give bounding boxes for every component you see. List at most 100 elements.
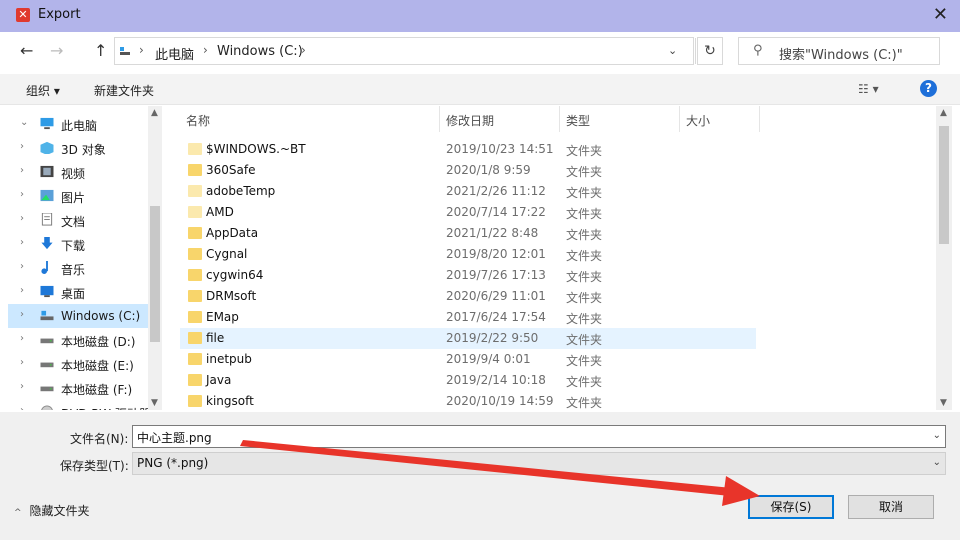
file-list: ^ 名称 修改日期 类型 大小 $WINDOWS.~BT 2019/10/23 1… bbox=[164, 106, 936, 410]
filename-field[interactable]: 中心主题.png ⌄ bbox=[132, 425, 946, 448]
column-header-date[interactable]: 修改日期 bbox=[440, 106, 560, 132]
save-button[interactable]: 保存(S) bbox=[748, 495, 834, 519]
expand-chevron-icon[interactable]: › bbox=[20, 357, 24, 368]
sidebar-item-label: 桌面 bbox=[61, 287, 86, 301]
sidebar-item[interactable]: › 音乐 bbox=[8, 256, 148, 280]
expand-chevron-icon[interactable]: › bbox=[20, 309, 24, 320]
column-type-label: 类型 bbox=[566, 114, 591, 128]
file-name: AMD bbox=[206, 205, 234, 219]
file-date: 2019/10/23 14:51 bbox=[446, 142, 554, 156]
table-row[interactable]: DRMsoft 2020/6/29 11:01 文件夹 bbox=[180, 286, 756, 307]
file-name: cygwin64 bbox=[206, 268, 264, 282]
expand-chevron-icon[interactable]: › bbox=[20, 261, 24, 272]
table-row[interactable]: cygwin64 2019/7/26 17:13 文件夹 bbox=[180, 265, 756, 286]
sidebar-item[interactable]: ⌄ 此电脑 bbox=[8, 112, 148, 136]
sidebar-item[interactable]: › 图片 bbox=[8, 184, 148, 208]
sidebar-item[interactable]: › 桌面 bbox=[8, 280, 148, 304]
file-type: 文件夹 bbox=[566, 165, 603, 179]
filetype-select[interactable]: PNG (*.png) ⌄ bbox=[132, 452, 946, 475]
column-header-type[interactable]: 类型 bbox=[560, 106, 680, 132]
scrollbar-thumb[interactable] bbox=[939, 126, 949, 244]
sidebar-item[interactable]: › 下载 bbox=[8, 232, 148, 256]
cancel-button[interactable]: 取消 bbox=[848, 495, 934, 519]
up-button[interactable]: ↑ bbox=[94, 41, 107, 60]
new-folder-button[interactable]: 新建文件夹 bbox=[94, 82, 154, 99]
sidebar-item[interactable]: › 文档 bbox=[8, 208, 148, 232]
expand-chevron-icon[interactable]: › bbox=[20, 165, 24, 176]
sidebar-item[interactable]: › 本地磁盘 (D:) bbox=[8, 328, 148, 352]
help-icon[interactable]: ? bbox=[920, 80, 937, 97]
file-date: 2017/6/24 17:54 bbox=[446, 310, 546, 324]
chevron-down-icon[interactable]: ⌄ bbox=[668, 44, 677, 57]
file-list-scrollbar[interactable]: ▲ ▼ bbox=[936, 106, 952, 410]
sidebar-item-label: 本地磁盘 (F:) bbox=[61, 383, 133, 397]
sidebar-item[interactable]: › 视频 bbox=[8, 160, 148, 184]
file-type: 文件夹 bbox=[566, 228, 603, 242]
filename-input[interactable]: 中心主题.png bbox=[137, 429, 212, 446]
file-type: 文件夹 bbox=[566, 207, 603, 221]
scroll-down-icon[interactable]: ▼ bbox=[151, 398, 158, 408]
table-row[interactable]: file 2019/2/22 9:50 文件夹 bbox=[180, 328, 756, 349]
search-box[interactable]: ⚲ 搜索"Windows (C:)" bbox=[738, 37, 940, 65]
column-header-size[interactable]: 大小 bbox=[680, 106, 760, 132]
column-header-name[interactable]: 名称 bbox=[180, 106, 440, 132]
search-input[interactable]: 搜索"Windows (C:)" bbox=[779, 44, 903, 63]
breadcrumb-this-pc[interactable]: 此电脑 bbox=[155, 44, 194, 63]
drive-icon bbox=[40, 362, 54, 368]
scrollbar-thumb[interactable] bbox=[150, 206, 160, 342]
file-date: 2019/9/4 0:01 bbox=[446, 352, 531, 366]
file-date: 2021/2/26 11:12 bbox=[446, 184, 546, 198]
music-icon bbox=[41, 261, 48, 274]
address-bar[interactable]: › 此电脑 › Windows (C:) › ⌄ bbox=[114, 37, 696, 65]
scroll-up-icon[interactable]: ▲ bbox=[940, 108, 947, 118]
table-row[interactable]: adobeTemp 2021/2/26 11:12 文件夹 bbox=[180, 181, 756, 202]
file-type: 文件夹 bbox=[566, 186, 603, 200]
table-row[interactable]: Cygnal 2019/8/20 12:01 文件夹 bbox=[180, 244, 756, 265]
expand-chevron-icon[interactable]: ⌄ bbox=[20, 117, 28, 128]
folder-icon bbox=[188, 395, 202, 407]
expand-chevron-icon[interactable]: › bbox=[20, 405, 24, 410]
view-options-icon[interactable]: ☷ ▾ bbox=[858, 82, 879, 96]
sidebar-item[interactable]: › 本地磁盘 (F:) bbox=[8, 376, 148, 400]
back-button[interactable]: ← bbox=[20, 41, 33, 60]
organize-button[interactable]: 组织 ▾ bbox=[26, 82, 60, 99]
expand-chevron-icon[interactable]: › bbox=[20, 285, 24, 296]
refresh-button[interactable]: ↻ bbox=[697, 37, 723, 65]
sidebar-item[interactable]: › DVD RW 驱动器 bbox=[8, 400, 148, 410]
sidebar-item[interactable]: › 3D 对象 bbox=[8, 136, 148, 160]
table-row[interactable]: inetpub 2019/9/4 0:01 文件夹 bbox=[180, 349, 756, 370]
table-row[interactable]: Java 2019/2/14 10:18 文件夹 bbox=[180, 370, 756, 391]
file-date: 2020/10/19 14:59 bbox=[446, 394, 554, 408]
drive-icon bbox=[40, 386, 54, 392]
file-type: 文件夹 bbox=[566, 375, 603, 389]
table-row[interactable]: 360Safe 2020/1/8 9:59 文件夹 bbox=[180, 160, 756, 181]
file-type: 文件夹 bbox=[566, 144, 603, 158]
chevron-down-icon[interactable]: ⌄ bbox=[933, 430, 941, 441]
expand-chevron-icon[interactable]: › bbox=[20, 141, 24, 152]
expand-chevron-icon[interactable]: › bbox=[20, 333, 24, 344]
sidebar-item-label: 3D 对象 bbox=[61, 143, 106, 157]
table-row[interactable]: AppData 2021/1/22 8:48 文件夹 bbox=[180, 223, 756, 244]
expand-chevron-icon[interactable]: › bbox=[20, 213, 24, 224]
table-row[interactable]: kingsoft 2020/10/19 14:59 文件夹 bbox=[180, 391, 756, 410]
breadcrumb-windows-c[interactable]: Windows (C:) bbox=[217, 44, 303, 59]
file-name: AppData bbox=[206, 226, 259, 240]
expand-chevron-icon[interactable]: › bbox=[20, 237, 24, 248]
table-row[interactable]: AMD 2020/7/14 17:22 文件夹 bbox=[180, 202, 756, 223]
hide-folders-toggle[interactable]: ^ 隐藏文件夹 bbox=[14, 502, 90, 519]
expand-chevron-icon[interactable]: › bbox=[20, 381, 24, 392]
address-divider bbox=[695, 38, 696, 64]
nav-scrollbar[interactable]: ▲ ▼ bbox=[148, 106, 162, 410]
chevron-down-icon[interactable]: ⌄ bbox=[933, 457, 941, 468]
table-row[interactable]: EMap 2017/6/24 17:54 文件夹 bbox=[180, 307, 756, 328]
table-row[interactable]: $WINDOWS.~BT 2019/10/23 14:51 文件夹 bbox=[180, 139, 756, 160]
file-name: adobeTemp bbox=[206, 184, 276, 198]
close-button[interactable]: ✕ bbox=[933, 4, 948, 25]
search-icon: ⚲ bbox=[753, 43, 763, 58]
expand-chevron-icon[interactable]: › bbox=[20, 189, 24, 200]
sidebar-item[interactable]: › 本地磁盘 (E:) bbox=[8, 352, 148, 376]
sidebar-item[interactable]: › Windows (C:) bbox=[8, 304, 148, 328]
forward-button[interactable]: → bbox=[50, 41, 63, 60]
scroll-down-icon[interactable]: ▼ bbox=[940, 398, 947, 408]
scroll-up-icon[interactable]: ▲ bbox=[151, 108, 158, 118]
